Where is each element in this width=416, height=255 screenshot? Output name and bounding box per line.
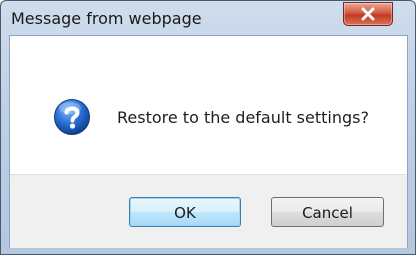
ok-button[interactable]: OK (129, 197, 241, 227)
button-bar: OK Cancel (10, 174, 407, 248)
title-bar[interactable]: Message from webpage (1, 1, 415, 37)
dialog-message: Restore to the default settings? (117, 108, 369, 127)
cancel-button[interactable]: Cancel (271, 197, 384, 227)
message-area: Restore to the default settings? (10, 36, 407, 174)
question-icon (54, 99, 90, 135)
close-button[interactable] (343, 2, 393, 26)
close-icon (361, 7, 375, 21)
dialog-title: Message from webpage (11, 9, 202, 28)
dialog-body: Restore to the default settings? OK Canc… (9, 35, 408, 248)
dialog-window: Message from webpage Restore to the defa… (0, 0, 416, 255)
